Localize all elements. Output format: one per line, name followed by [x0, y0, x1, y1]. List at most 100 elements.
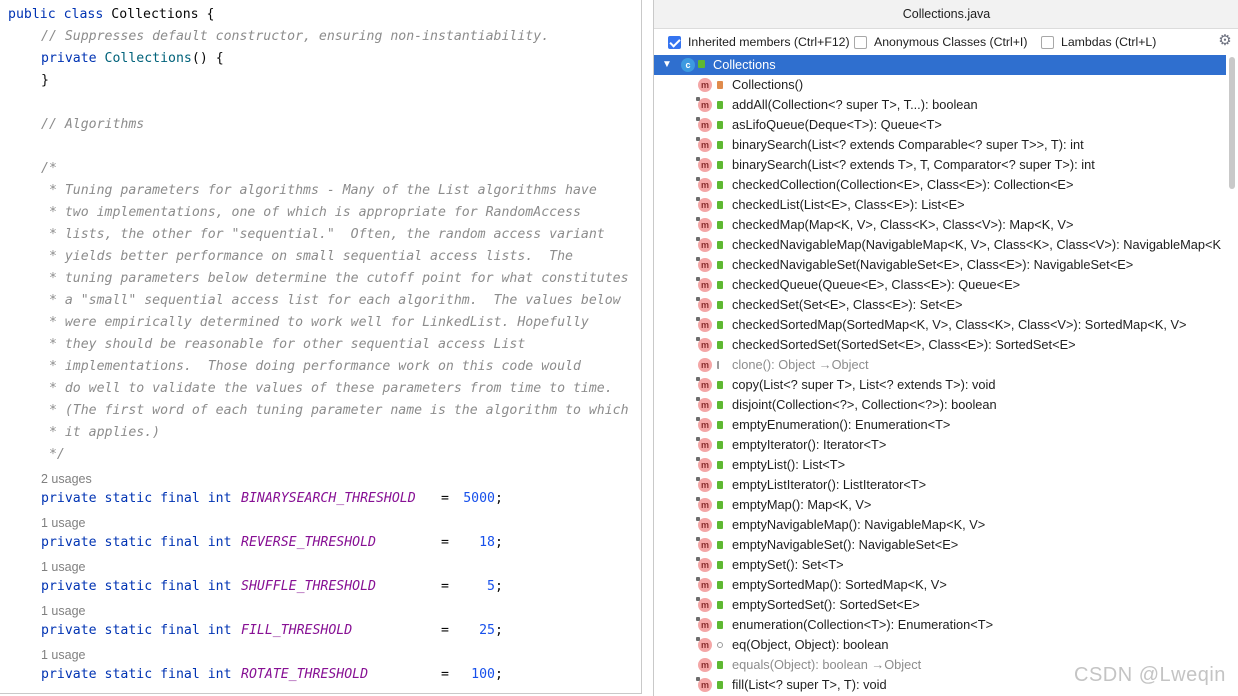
field-name: BINARYSEARCH_THRESHOLD [241, 491, 416, 506]
field-modifiers: private static final int [41, 535, 232, 550]
member-label: checkedList(List<E>, Class<E>): List<E> [732, 197, 965, 212]
member-item[interactable]: m addAll(Collection<? super T>, T...): bo… [654, 95, 1226, 115]
package-visibility-icon [717, 361, 722, 369]
method-icon: m [696, 597, 712, 612]
member-item[interactable]: m emptyNavigableMap(): NavigableMap<K, V> [654, 515, 1226, 535]
comment-line: * implementations. Those doing performan… [41, 359, 581, 374]
member-item[interactable]: m eq(Object, Object): boolean [654, 635, 1226, 655]
structure-tree[interactable]: ▼ c Collections m Collections() m addAll(Co… [654, 55, 1238, 696]
usage-hint[interactable]: 1 usage [41, 514, 85, 532]
public-visibility-icon [698, 60, 705, 68]
method-icon: m [696, 157, 712, 172]
field-modifiers: private static final int [41, 579, 232, 594]
method-icon: m [698, 78, 712, 92]
public-visibility-icon [717, 241, 723, 249]
member-item[interactable]: m checkedSortedSet(SortedSet<E>, Class<E>… [654, 335, 1226, 355]
member-item[interactable]: m emptySortedSet(): SortedSet<E> [654, 595, 1226, 615]
usage-hint[interactable]: 1 usage [41, 646, 85, 664]
protected-visibility-icon [717, 642, 723, 648]
scrollbar-thumb[interactable] [1229, 57, 1235, 189]
member-item[interactable]: m checkedCollection(Collection<E>, Class<… [654, 175, 1226, 195]
member-item[interactable]: m emptySortedMap(): SortedMap<K, V> [654, 575, 1226, 595]
member-label: checkedQueue(Queue<E>, Class<E>): Queue<… [732, 277, 1021, 292]
member-item[interactable]: m copy(List<? super T>, List<? extends T>… [654, 375, 1226, 395]
method-icon: m [696, 437, 712, 452]
member-item[interactable]: m checkedList(List<E>, Class<E>): List<E> [654, 195, 1226, 215]
comment-line: * it applies.) [41, 425, 161, 440]
member-item[interactable]: m disjoint(Collection<?>, Collection<?>):… [654, 395, 1226, 415]
method-icon: m [698, 658, 712, 672]
member-item[interactable]: m emptyIterator(): Iterator<T> [654, 435, 1226, 455]
public-visibility-icon [717, 541, 723, 549]
comment-line: * lists, the other for "sequential." Oft… [41, 227, 605, 242]
field-equals: = [441, 535, 449, 550]
method-icon: m [696, 337, 712, 352]
member-item[interactable]: m checkedQueue(Queue<E>, Class<E>): Queue… [654, 275, 1226, 295]
public-visibility-icon [717, 341, 723, 349]
chevron-down-icon[interactable]: ▼ [661, 55, 673, 75]
anonymous-classes-checkbox[interactable]: Anonymous Classes (Ctrl+I) [854, 33, 1027, 51]
member-label: eq(Object, Object): boolean [732, 637, 889, 652]
public-visibility-icon [717, 381, 723, 389]
field-semicolon: ; [495, 491, 503, 506]
method-icon: m [696, 497, 712, 512]
comment-line: * Tuning parameters for algorithms - Man… [41, 183, 597, 198]
tree-root-collections[interactable]: ▼ c Collections [654, 55, 1226, 75]
member-label: disjoint(Collection<?>, Collection<?>): … [732, 397, 997, 412]
usage-hint[interactable]: 1 usage [41, 602, 85, 620]
member-item[interactable]: m checkedSortedMap(SortedMap<K, V>, Class… [654, 315, 1226, 335]
lambdas-checkbox[interactable]: Lambdas (Ctrl+L) [1041, 33, 1156, 51]
member-item[interactable]: m emptyNavigableSet(): NavigableSet<E> [654, 535, 1226, 555]
field-semicolon: ; [495, 623, 503, 638]
member-label: checkedSet(Set<E>, Class<E>): Set<E> [732, 297, 963, 312]
inherited-members-checkbox[interactable]: Inherited members (Ctrl+F12) [668, 33, 850, 51]
member-item[interactable]: m emptySet(): Set<T> [654, 555, 1226, 575]
field-value: 5000 [463, 491, 495, 506]
usage-hint[interactable]: 2 usages [41, 470, 92, 488]
member-item[interactable]: m emptyEnumeration(): Enumeration<T> [654, 415, 1226, 435]
member-label: emptySet(): Set<T> [732, 557, 844, 572]
member-item[interactable]: m binarySearch(List<? extends Comparable<… [654, 135, 1226, 155]
public-visibility-icon [717, 521, 723, 529]
method-icon: m [696, 317, 712, 332]
method-icon: m [696, 117, 712, 132]
scrollbar[interactable] [1226, 55, 1238, 696]
file-structure-popup[interactable]: Collections.java Inherited members (Ctrl… [653, 0, 1238, 696]
public-visibility-icon [717, 121, 723, 129]
member-item[interactable]: m checkedNavigableMap(NavigableMap<K, V>,… [654, 235, 1226, 255]
member-item[interactable]: m asLifoQueue(Deque<T>): Queue<T> [654, 115, 1226, 135]
gear-icon[interactable]: ⚙ [1217, 33, 1233, 49]
member-item[interactable]: m enumeration(Collection<T>): Enumeration… [654, 615, 1226, 635]
member-label: asLifoQueue(Deque<T>): Queue<T> [732, 117, 942, 132]
method-icon: m [696, 217, 712, 232]
member-label: emptyList(): List<T> [732, 457, 846, 472]
member-item[interactable]: m checkedNavigableSet(NavigableSet<E>, Cl… [654, 255, 1226, 275]
comment-line: * do well to validate the values of thes… [41, 381, 613, 396]
popup-title: Collections.java [654, 0, 1238, 29]
member-item[interactable]: m emptyList(): List<T> [654, 455, 1226, 475]
method-icon: m [696, 377, 712, 392]
field-value: 5 [487, 579, 495, 594]
member-label: checkedNavigableMap(NavigableMap<K, V>, … [732, 237, 1222, 252]
member-item[interactable]: m checkedSet(Set<E>, Class<E>): Set<E> [654, 295, 1226, 315]
field-name: SHUFFLE_THRESHOLD [241, 579, 376, 594]
member-item[interactable]: m Collections() [654, 75, 1226, 95]
method-icon: m [698, 358, 712, 372]
constructor-line: private Collections() { [41, 51, 224, 66]
member-label: addAll(Collection<? super T>, T...): boo… [732, 97, 978, 112]
code-editor[interactable]: public class Collections { // Suppresses… [0, 0, 642, 694]
member-item[interactable]: m checkedMap(Map<K, V>, Class<K>, Class<V… [654, 215, 1226, 235]
public-visibility-icon [717, 161, 723, 169]
member-item[interactable]: m clone(): Object →Object [654, 355, 1226, 375]
public-visibility-icon [717, 221, 723, 229]
comment-line: * were empirically determined to work we… [41, 315, 589, 330]
method-icon: m [696, 557, 712, 572]
algorithms-comment: // Algorithms [41, 117, 145, 132]
member-label: checkedCollection(Collection<E>, Class<E… [732, 177, 1074, 192]
member-item[interactable]: m binarySearch(List<? extends T>, T, Comp… [654, 155, 1226, 175]
member-item[interactable]: m emptyMap(): Map<K, V> [654, 495, 1226, 515]
usage-hint[interactable]: 1 usage [41, 558, 85, 576]
field-declaration: private static final int SHUFFLE_THRESHOL… [41, 576, 503, 598]
member-item[interactable]: m emptyListIterator(): ListIterator<T> [654, 475, 1226, 495]
member-label: emptyListIterator(): ListIterator<T> [732, 477, 927, 492]
